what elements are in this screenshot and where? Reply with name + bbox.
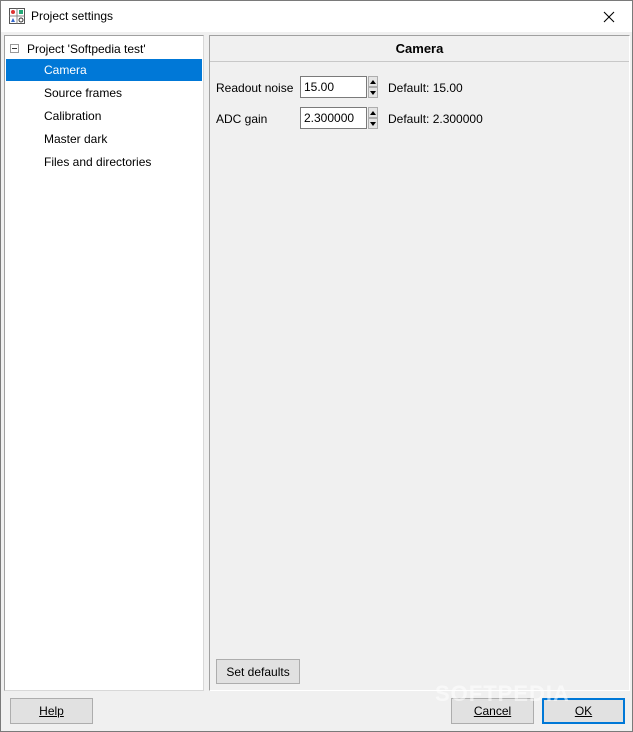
close-icon — [603, 11, 615, 22]
triangle-up-icon — [370, 110, 376, 115]
tree-item-master-dark[interactable]: Master dark — [6, 128, 202, 150]
adc-gain-up-button[interactable] — [368, 107, 378, 118]
readout-noise-spinner — [300, 76, 380, 98]
adc-gain-spin-buttons — [368, 107, 378, 129]
settings-grid-icon — [9, 8, 25, 24]
triangle-down-icon — [370, 121, 376, 126]
readout-noise-default: Default: 15.00 — [388, 81, 463, 95]
tree-item-camera[interactable]: Camera — [6, 59, 202, 81]
tree-item-calibration[interactable]: Calibration — [6, 105, 202, 127]
readout-noise-down-button[interactable] — [368, 87, 378, 98]
window-title: Project settings — [31, 9, 114, 23]
ok-button-label: OK — [574, 704, 593, 718]
tree-root-project[interactable]: Project 'Softpedia test' — [5, 39, 203, 59]
project-settings-window: Project settings Project 'Softpedia test… — [0, 0, 633, 732]
adc-gain-label: ADC gain — [216, 112, 268, 126]
help-button-label: Help — [39, 704, 64, 718]
readout-noise-input[interactable] — [300, 76, 367, 98]
close-button[interactable] — [586, 1, 632, 32]
tree-item-source-frames[interactable]: Source frames — [6, 82, 202, 104]
adc-gain-down-button[interactable] — [368, 118, 378, 129]
tree-root-label: Project 'Softpedia test' — [27, 42, 146, 56]
settings-tree[interactable]: Project 'Softpedia test' Camera Source f… — [4, 35, 204, 691]
panel-title: Camera — [210, 36, 629, 62]
readout-noise-spin-buttons — [368, 76, 378, 98]
triangle-down-icon — [370, 90, 376, 95]
adc-gain-input[interactable] — [300, 107, 367, 129]
triangle-up-icon — [370, 79, 376, 84]
readout-noise-label: Readout noise — [216, 81, 294, 95]
adc-gain-default: Default: 2.300000 — [388, 112, 483, 126]
adc-gain-spinner — [300, 107, 380, 129]
settings-panel: Camera Readout noise Default: 15.00 ADC … — [209, 35, 630, 691]
title-bar[interactable]: Project settings — [1, 1, 632, 32]
tree-item-files-and-directories[interactable]: Files and directories — [6, 151, 202, 173]
help-button[interactable]: Help — [10, 698, 93, 724]
set-defaults-button[interactable]: Set defaults — [216, 659, 300, 684]
readout-noise-up-button[interactable] — [368, 76, 378, 87]
minus-box-icon[interactable] — [10, 44, 19, 53]
watermark: SOFTPEDIA — [435, 681, 570, 706]
